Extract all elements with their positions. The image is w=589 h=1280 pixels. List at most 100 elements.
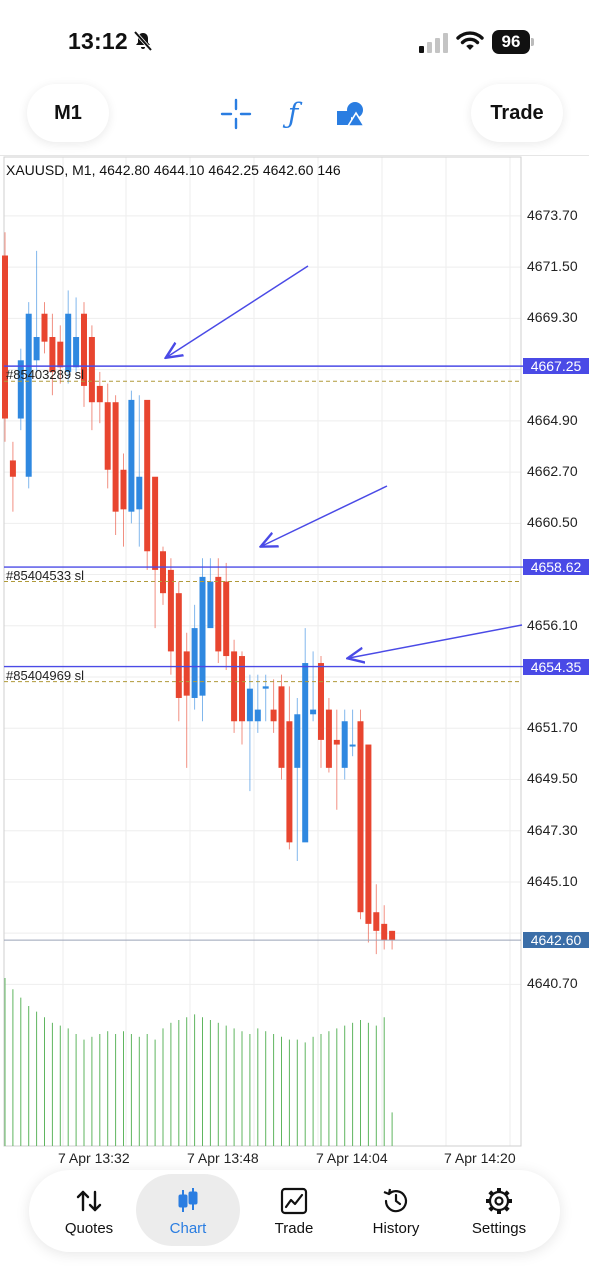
candle-body xyxy=(104,402,111,470)
stop-loss-price-tag: 4658.62 xyxy=(523,559,589,576)
candle-body xyxy=(88,337,95,403)
battery-tip xyxy=(531,38,534,46)
price-axis-label: 4673.70 xyxy=(527,206,578,223)
candle-body xyxy=(199,576,206,696)
nav-chart[interactable]: Chart xyxy=(136,1174,240,1246)
candle-body xyxy=(254,709,261,722)
candle-body xyxy=(278,686,285,768)
price-axis-label: 4649.50 xyxy=(527,770,578,787)
nav-settings-label: Settings xyxy=(471,1220,527,1237)
candle-body xyxy=(128,399,135,512)
candle-body xyxy=(136,476,143,510)
price-axis-label: 4669.30 xyxy=(527,309,578,326)
order-label: #85403289 sl xyxy=(6,367,85,383)
symbol-info: XAUUSD, M1, 4642.80 4644.10 4642.25 4642… xyxy=(6,162,341,178)
chart-toolbar: M1 ƒ Trade xyxy=(0,78,589,150)
candle-body xyxy=(294,714,301,768)
indicators-icon[interactable]: ƒ xyxy=(277,98,309,130)
crosshair-icon[interactable] xyxy=(220,98,252,130)
history-icon xyxy=(383,1188,408,1213)
candle-body xyxy=(341,721,348,768)
price-axis-label: 4640.70 xyxy=(527,975,578,992)
annotation-arrow xyxy=(349,624,523,658)
candle-body xyxy=(57,341,64,368)
price-chart[interactable]: XAUUSD, M1, 4642.80 4644.10 4642.25 4642… xyxy=(0,155,589,1171)
price-axis-label: 4662.70 xyxy=(527,463,578,480)
candle-body xyxy=(25,313,32,477)
candle-body xyxy=(286,721,293,843)
candle-body xyxy=(349,744,356,747)
stop-loss-price-tag: 4654.35 xyxy=(523,658,589,675)
candle-body xyxy=(191,628,198,698)
status-bar: 13:12 96 xyxy=(0,0,589,70)
settings-icon xyxy=(486,1188,512,1214)
nav-quotes-label: Quotes xyxy=(64,1220,114,1237)
chart-canvas[interactable] xyxy=(0,156,589,1171)
timeframe-button[interactable]: M1 xyxy=(27,84,109,142)
trade-button[interactable]: Trade xyxy=(471,84,563,142)
candle-body xyxy=(152,476,159,570)
price-axis-label: 4645.10 xyxy=(527,872,578,889)
plot-frame xyxy=(3,156,522,1147)
candle-body xyxy=(120,469,127,510)
candle-body xyxy=(2,255,8,419)
annotation-arrow xyxy=(262,485,388,546)
nav-trade-label: Trade xyxy=(274,1220,314,1237)
candle-body xyxy=(246,688,253,722)
candle-body xyxy=(65,313,72,372)
candle-body xyxy=(231,651,238,722)
time-axis-label: 7 Apr 14:04 xyxy=(316,1150,388,1166)
candle-body xyxy=(41,313,48,342)
price-axis-label: 4664.90 xyxy=(527,411,578,428)
objects-icon[interactable] xyxy=(334,98,366,130)
trade-icon xyxy=(280,1187,308,1215)
candle-body xyxy=(310,709,317,715)
stop-loss-price-tag: 4667.25 xyxy=(523,358,589,375)
bell-muted-icon xyxy=(133,30,153,52)
candle-body xyxy=(183,651,190,696)
bottom-nav: Quotes Chart Trade History Settings xyxy=(29,1170,560,1252)
chart-icon xyxy=(178,1188,198,1212)
quotes-icon xyxy=(76,1190,102,1212)
candle-body xyxy=(167,569,174,652)
price-axis-label: 4660.50 xyxy=(527,514,578,531)
candle-body xyxy=(207,581,214,629)
nav-history[interactable]: History xyxy=(344,1174,448,1246)
candle-body xyxy=(175,593,182,698)
candle-body xyxy=(270,709,277,722)
nav-trade[interactable]: Trade xyxy=(242,1174,346,1246)
candle-body xyxy=(215,576,222,652)
price-axis-label: 4656.10 xyxy=(527,616,578,633)
candle-body xyxy=(333,739,340,745)
order-label: #85404969 sl xyxy=(6,667,85,683)
wifi-icon xyxy=(456,31,484,50)
candle-body xyxy=(9,460,16,477)
candle-body xyxy=(96,385,103,403)
candle-body xyxy=(144,399,151,552)
candle-body xyxy=(381,923,388,941)
current-price-tag: 4642.60 xyxy=(523,932,589,949)
time-axis-label: 7 Apr 14:20 xyxy=(444,1150,516,1166)
candle-body xyxy=(223,581,230,657)
candle-body xyxy=(318,663,324,740)
candle-body xyxy=(262,686,269,689)
price-axis-label: 4651.70 xyxy=(527,719,578,736)
candle-body xyxy=(33,337,40,361)
candle-body xyxy=(357,721,364,913)
nav-history-label: History xyxy=(372,1220,420,1237)
candle-body xyxy=(112,402,119,512)
price-axis-label: 4647.30 xyxy=(527,821,578,838)
candle-body xyxy=(373,912,380,931)
candle-body xyxy=(389,930,396,941)
order-label: #85404533 sl xyxy=(6,568,85,584)
candle-body xyxy=(302,663,309,843)
battery-level: 96 xyxy=(492,30,530,54)
nav-settings[interactable]: Settings xyxy=(447,1174,551,1246)
time-axis-label: 7 Apr 13:48 xyxy=(187,1150,259,1166)
candle-body xyxy=(160,551,166,594)
candle-body xyxy=(325,709,332,768)
candle-body xyxy=(73,337,80,368)
time-axis-label: 7 Apr 13:32 xyxy=(58,1150,130,1166)
nav-quotes[interactable]: Quotes xyxy=(37,1174,141,1246)
nav-chart-label: Chart xyxy=(169,1220,207,1237)
